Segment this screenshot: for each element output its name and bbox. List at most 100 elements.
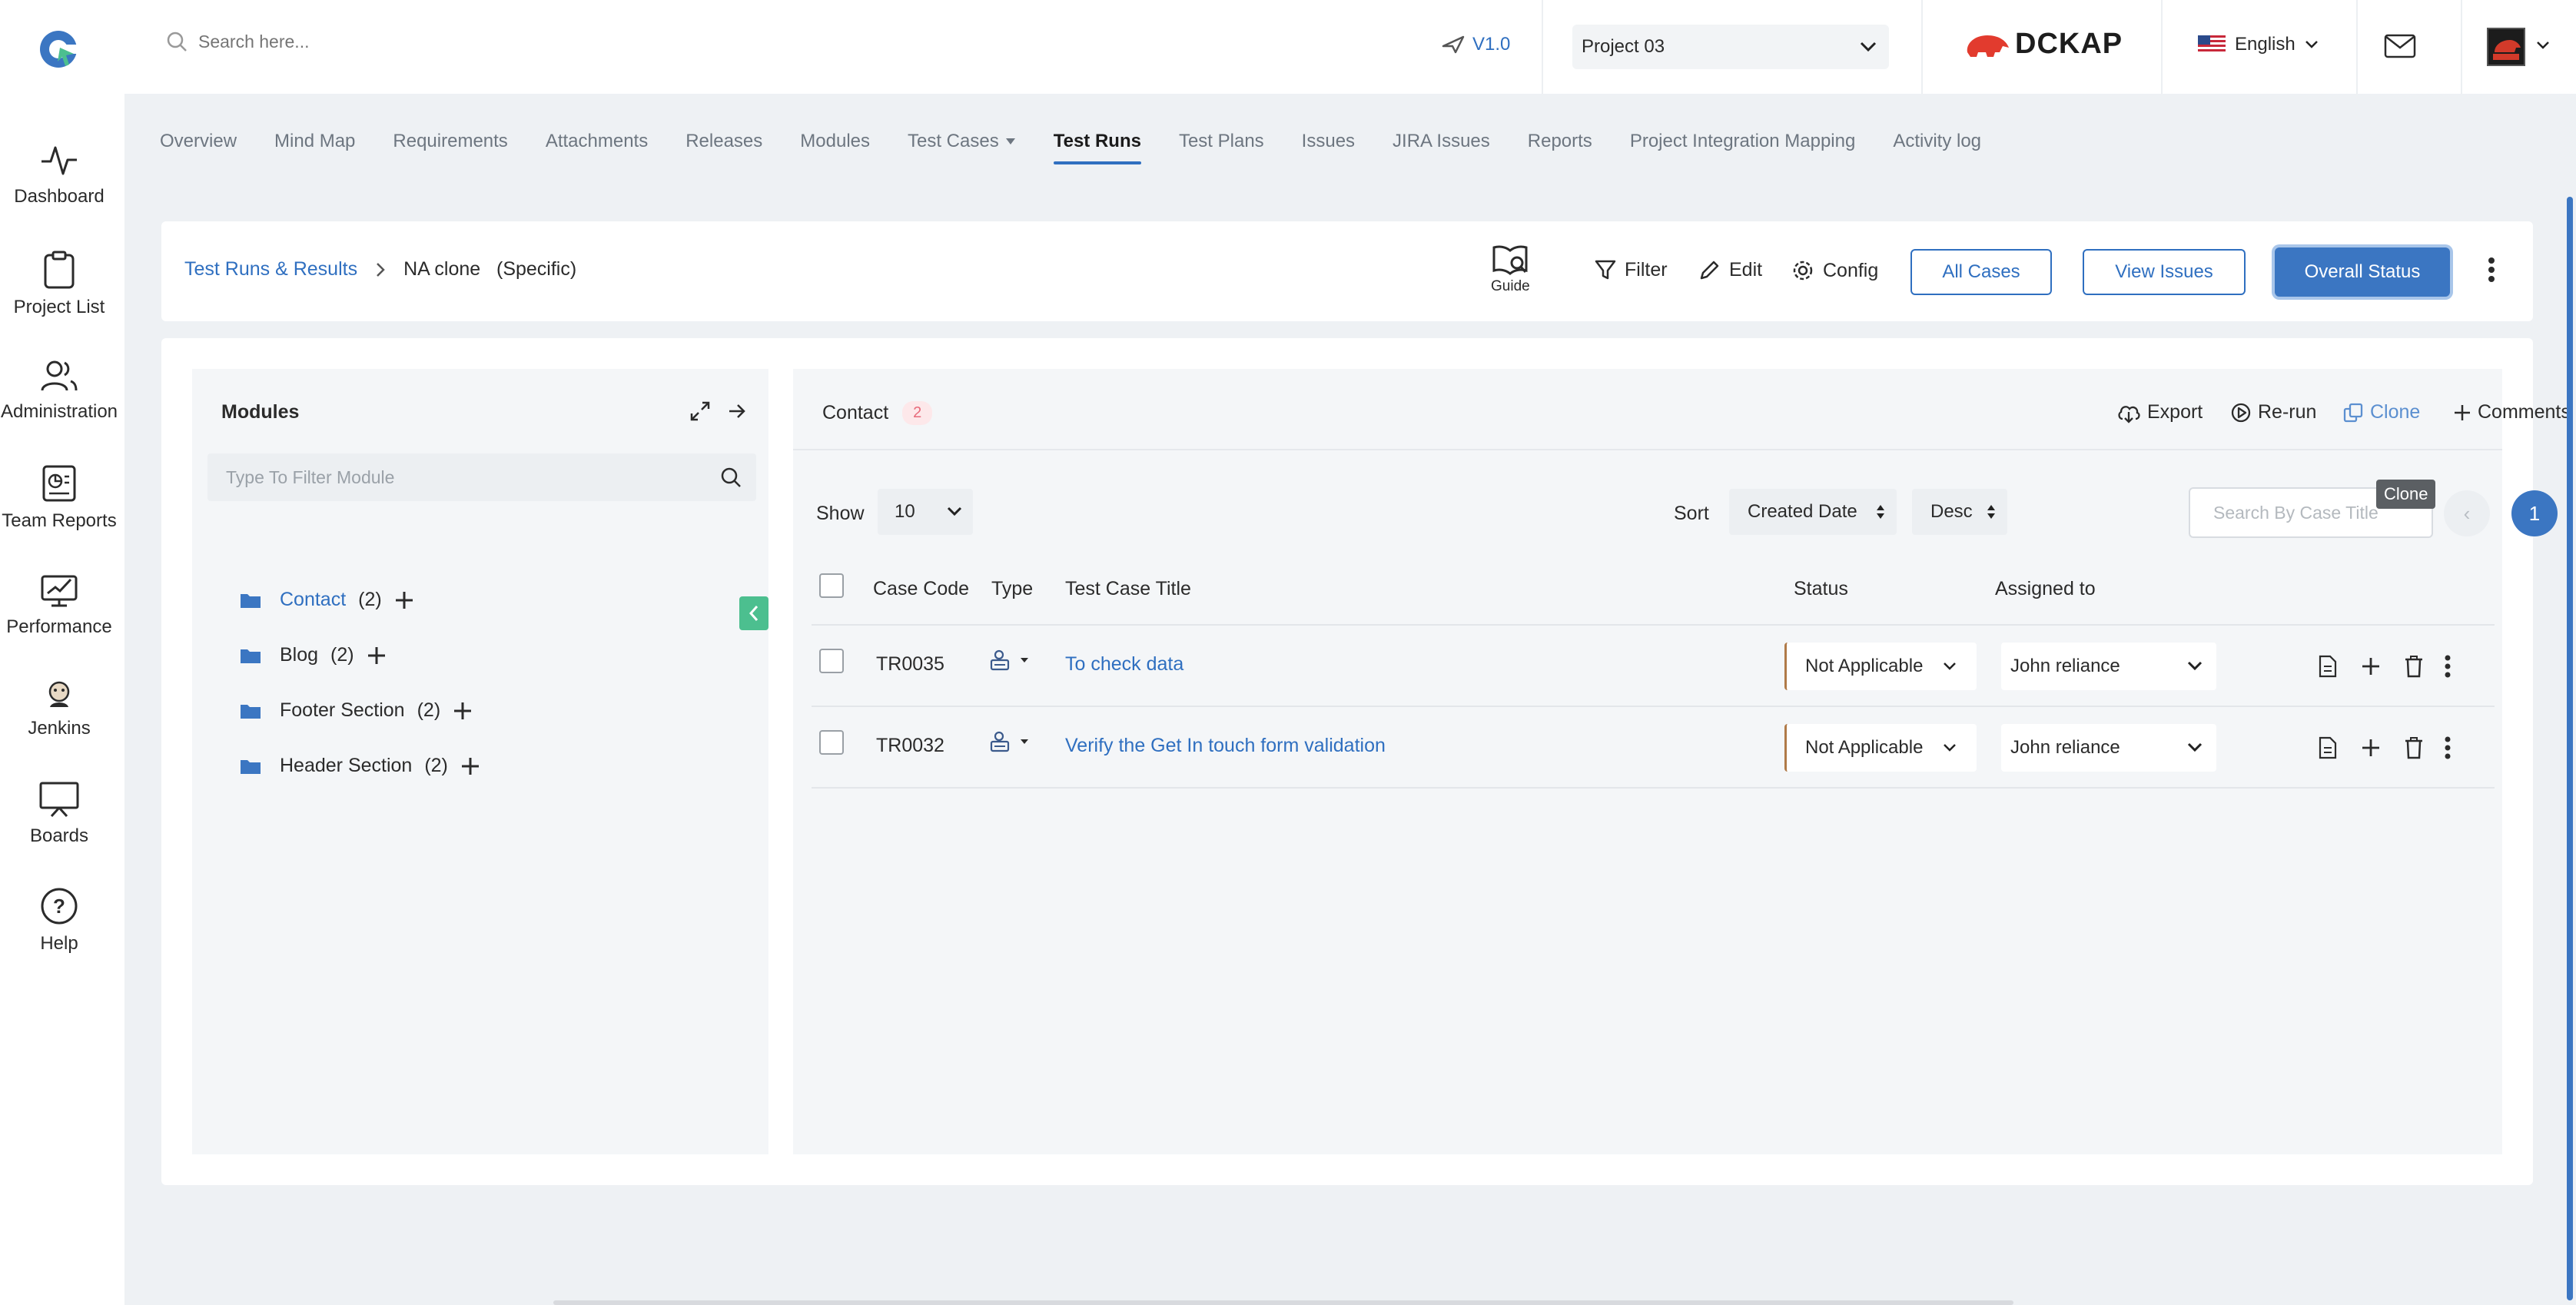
column-case-code[interactable]: Case Code [873, 578, 969, 600]
project-select[interactable]: Project 03 [1572, 25, 1889, 69]
search-input[interactable] [198, 31, 598, 52]
case-type-dropdown[interactable] [988, 730, 1034, 759]
tab-attachments[interactable]: Attachments [546, 131, 648, 152]
tab-requirements[interactable]: Requirements [393, 131, 507, 152]
chevron-right-icon [377, 262, 385, 277]
sidebar-item-jenkins[interactable]: Jenkins [0, 679, 118, 739]
mail-button[interactable] [2384, 32, 2416, 64]
module-name[interactable]: Footer Section [280, 699, 405, 722]
view-case-button[interactable] [2318, 736, 2338, 763]
module-name[interactable]: Blog [280, 644, 318, 666]
filter-icon [1595, 260, 1616, 280]
kebab-icon [2445, 655, 2451, 678]
edit-button[interactable]: Edit [1698, 258, 1762, 281]
guide-button[interactable]: Guide [1491, 244, 1530, 295]
module-item[interactable]: Contact (2) [240, 589, 414, 611]
language-select[interactable]: English [2198, 34, 2319, 55]
tab-activity-log[interactable]: Activity log [1893, 131, 1981, 152]
delete-button[interactable] [2404, 655, 2424, 682]
sidebar-item-performance[interactable]: Performance [0, 570, 118, 638]
plus-icon[interactable] [460, 756, 480, 776]
module-title: Contact [822, 402, 889, 423]
view-case-button[interactable] [2318, 655, 2338, 682]
clone-button[interactable]: Clone [2342, 401, 2420, 423]
avatar[interactable] [2487, 28, 2525, 66]
tab-test-cases[interactable]: Test Cases [908, 131, 1016, 152]
global-search[interactable] [166, 31, 598, 52]
page-size-select[interactable]: 10 [878, 489, 973, 535]
module-name[interactable]: Contact [280, 589, 346, 611]
page-1-button[interactable]: 1 [2511, 490, 2558, 536]
app-logo[interactable] [37, 28, 80, 71]
plus-icon[interactable] [367, 646, 387, 666]
module-item[interactable]: Header Section (2) [240, 755, 480, 777]
module-item[interactable]: Blog (2) [240, 644, 387, 666]
case-type-dropdown[interactable] [988, 649, 1034, 677]
row-checkbox[interactable] [819, 730, 844, 755]
tab-test-runs[interactable]: Test Runs [1053, 131, 1142, 164]
select-all-checkbox[interactable] [819, 573, 844, 598]
row-more-button[interactable] [2444, 655, 2452, 682]
row-more-button[interactable] [2444, 736, 2452, 763]
version-indicator[interactable]: V1.0 [1442, 34, 1510, 55]
export-button[interactable]: Export [2116, 401, 2203, 423]
sidebar-item-dashboard[interactable]: Dashboard [0, 143, 118, 208]
status-select[interactable]: Not Applicable [1784, 724, 1977, 772]
status-select[interactable]: Not Applicable [1784, 643, 1977, 690]
tab-issues[interactable]: Issues [1302, 131, 1355, 152]
tab-test-plans[interactable]: Test Plans [1179, 131, 1264, 152]
test-run-header: Test Runs & Results NA clone (Specific) … [161, 221, 2533, 321]
arrow-right-button[interactable] [727, 401, 747, 425]
comments-button[interactable]: Comments [2453, 401, 2571, 423]
sidebar-item-boards[interactable]: Boards [0, 781, 118, 847]
delete-button[interactable] [2404, 736, 2424, 763]
module-name[interactable]: Header Section [280, 755, 412, 777]
rerun-button[interactable]: Re-run [2230, 401, 2316, 423]
add-button[interactable] [2361, 656, 2381, 680]
module-filter-field[interactable]: Type To Filter Module [207, 453, 756, 501]
plus-icon[interactable] [394, 590, 414, 610]
case-title-link[interactable]: Verify the Get In touch form validation [1065, 735, 1386, 757]
assignee-select[interactable]: John reliance [2001, 724, 2216, 772]
add-button[interactable] [2361, 738, 2381, 762]
all-cases-button[interactable]: All Cases [1910, 249, 2052, 295]
tab-overview[interactable]: Overview [160, 131, 237, 152]
tab-releases[interactable]: Releases [685, 131, 762, 152]
case-code: TR0032 [876, 735, 944, 756]
sidebar-item-administration[interactable]: Administration [0, 358, 118, 423]
collapse-panel-button[interactable] [739, 596, 768, 630]
sort-order-select[interactable]: Desc [1912, 489, 2007, 535]
tab-mind-map[interactable]: Mind Map [274, 131, 355, 152]
sidebar-item-label: Jenkins [28, 718, 91, 739]
more-options-button[interactable] [2487, 257, 2496, 287]
divider [812, 787, 2495, 789]
tab-project-integration-mapping[interactable]: Project Integration Mapping [1630, 131, 1856, 152]
filter-button[interactable]: Filter [1594, 258, 1668, 281]
expand-button[interactable] [689, 400, 712, 427]
sidebar-item-project-list[interactable]: Project List [0, 251, 118, 318]
sidebar-item-team-reports[interactable]: Team Reports [0, 464, 118, 532]
prev-page-button[interactable]: ‹ [2444, 490, 2490, 536]
sidebar-item-help[interactable]: ? Help [0, 887, 118, 955]
row-checkbox[interactable] [819, 649, 844, 673]
column-status[interactable]: Status [1794, 578, 1848, 600]
plus-icon[interactable] [453, 701, 473, 721]
overall-status-button[interactable]: Overall Status [2275, 247, 2450, 297]
module-item[interactable]: Footer Section (2) [240, 699, 473, 722]
page-scrollbar[interactable] [2567, 197, 2573, 1300]
view-issues-button[interactable]: View Issues [2083, 249, 2246, 295]
column-type[interactable]: Type [991, 578, 1033, 600]
case-title-link[interactable]: To check data [1065, 653, 1183, 676]
manual-test-icon [990, 649, 1028, 671]
breadcrumb-root-link[interactable]: Test Runs & Results [184, 258, 357, 281]
assignee-select[interactable]: John reliance [2001, 643, 2216, 690]
column-title[interactable]: Test Case Title [1065, 578, 1191, 600]
expand-icon [690, 401, 710, 421]
column-assigned[interactable]: Assigned to [1995, 578, 2096, 600]
chevron-down-icon[interactable] [2536, 40, 2550, 54]
tab-reports[interactable]: Reports [1528, 131, 1592, 152]
tab-jira-issues[interactable]: JIRA Issues [1393, 131, 1490, 152]
config-button[interactable]: Config [1791, 258, 1878, 283]
tab-modules[interactable]: Modules [800, 131, 870, 152]
sort-field-select[interactable]: Created Date [1729, 489, 1897, 535]
